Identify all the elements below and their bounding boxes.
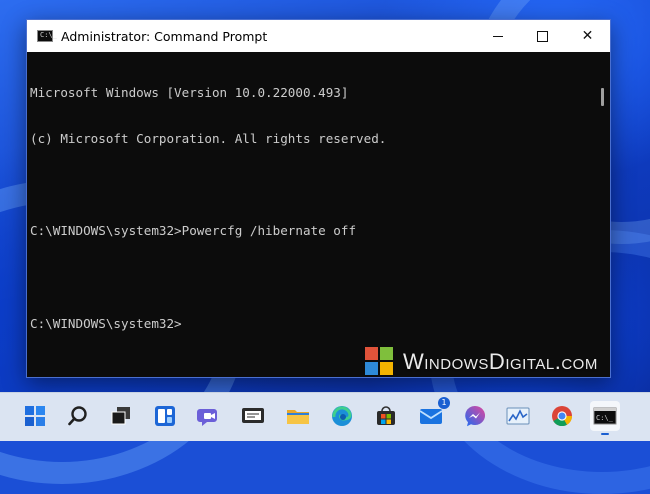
window-title: Administrator: Command Prompt [61, 28, 268, 44]
task-view-icon [111, 407, 130, 425]
chrome-button[interactable] [547, 401, 577, 431]
mail-icon [419, 409, 443, 424]
edge-button[interactable] [327, 401, 357, 431]
mail-badge: 1 [438, 397, 450, 409]
console-line: C:\WINDOWS\system32>Powercfg /hibernate … [30, 223, 357, 239]
command-prompt-taskbar-button[interactable]: C:\_ [590, 401, 620, 435]
store-icon [377, 406, 395, 425]
scrollbar-thumb[interactable] [601, 88, 604, 106]
watermark: WindowsDigital.com [365, 347, 598, 377]
taskbar: 1 C:\_ [0, 392, 650, 441]
vertical-scrollbar[interactable] [596, 52, 610, 377]
svg-text:C:\_: C:\_ [596, 414, 614, 422]
maximize-icon [537, 30, 548, 42]
minimize-icon [492, 35, 503, 37]
chrome-icon [552, 406, 573, 427]
maximize-button[interactable] [520, 20, 565, 52]
file-explorer-icon [287, 410, 309, 424]
command-prompt-icon: C:\_ [593, 407, 617, 425]
terminal-app-icon [242, 408, 264, 423]
search-icon [68, 406, 87, 426]
window-controls: ✕ [475, 20, 610, 52]
start-button[interactable] [20, 401, 50, 431]
mail-button[interactable]: 1 [416, 397, 450, 431]
start-icon [25, 406, 45, 426]
active-indicator [601, 433, 609, 435]
widgets-icon [155, 406, 175, 426]
terminal-app-button[interactable] [238, 401, 268, 431]
console-line: (c) Microsoft Corporation. All rights re… [30, 131, 387, 147]
windowsdigital-logo-icon [365, 347, 395, 377]
console-line: Microsoft Windows [Version 10.0.22000.49… [30, 84, 349, 100]
close-icon: ✕ [581, 28, 594, 44]
performance-monitor-button[interactable] [503, 401, 533, 431]
chat-button[interactable] [194, 401, 224, 431]
cmd-app-icon-label: C:\_ [40, 31, 57, 39]
store-button[interactable] [371, 401, 401, 431]
teams-chat-icon [197, 409, 217, 426]
performance-monitor-icon [506, 407, 530, 425]
messenger-icon [465, 405, 486, 427]
command-prompt-window[interactable]: C:\_ Administrator: Command Prompt ✕ Mic… [26, 19, 611, 378]
console-output[interactable]: Microsoft Windows [Version 10.0.22000.49… [27, 52, 596, 377]
console-prompt-line[interactable]: C:\WINDOWS\system32> [30, 316, 596, 331]
edge-icon [332, 406, 352, 426]
messenger-button[interactable] [460, 401, 490, 431]
widgets-button[interactable] [150, 401, 180, 431]
search-button[interactable] [63, 401, 93, 431]
cmd-app-icon: C:\_ [37, 30, 57, 42]
watermark-text: WindowsDigital.com [403, 349, 598, 374]
file-explorer-button[interactable] [283, 401, 313, 431]
close-button[interactable]: ✕ [565, 20, 610, 52]
title-bar[interactable]: C:\_ Administrator: Command Prompt ✕ [27, 20, 610, 52]
minimize-button[interactable] [475, 20, 520, 52]
task-view-button[interactable] [106, 401, 136, 431]
